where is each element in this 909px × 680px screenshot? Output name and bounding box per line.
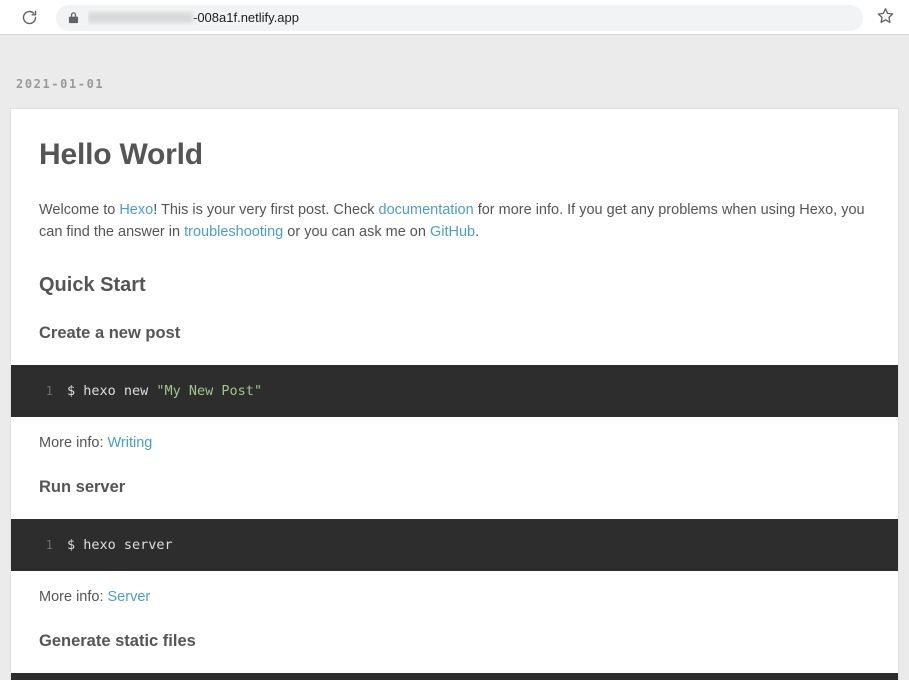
intro-seg-2: ! This is your very first post. Check [153,202,379,218]
post-date: 2021-01-01 [16,77,105,91]
intro-seg-1: Welcome to [39,202,120,218]
code-block-run-server: 1 $ hexo server [11,519,898,571]
code-block-create-post: 1 $ hexo new "My New Post" [11,365,898,417]
page-body: 2021-01-01 Hello World Welcome to Hexo! … [0,35,909,680]
article-header-block: Hello World Welcome to Hexo! This is you… [11,109,898,343]
bookmark-button[interactable] [871,5,899,31]
link-troubleshooting[interactable]: troubleshooting [184,224,283,240]
page-title: Hello World [39,138,203,171]
heading-create-a-new-post: Create a new post [39,324,181,342]
section-block-create-post: More info: Writing Run server [11,435,898,497]
url-suffix: -008a1f.netlify.app [193,10,299,25]
reload-button[interactable] [16,5,42,31]
link-github[interactable]: GitHub [430,224,475,240]
code-block-generate [11,673,898,680]
url-redacted-portion [88,12,193,23]
intro-seg-4: or you can ask me on [283,224,430,240]
code-command: $ hexo new [67,383,157,399]
code-string-literal: "My New Post" [156,383,263,399]
url-text: -008a1f.netlify.app [88,10,299,25]
code-text[interactable]: $ hexo new "My New Post" [53,381,262,401]
more-info-label: More info: [39,589,108,605]
more-info-writing: More info: Writing [39,435,870,451]
link-writing[interactable]: Writing [108,435,153,451]
link-documentation[interactable]: documentation [379,202,474,218]
code-line-number: 1 [45,384,53,398]
article-card: Hello World Welcome to Hexo! This is you… [10,108,899,680]
code-text[interactable]: $ hexo server [53,535,173,555]
link-server[interactable]: Server [108,589,151,605]
reload-icon [21,9,38,26]
section-block-run-server: More info: Server Generate static files [11,589,898,651]
code-line-number: 1 [45,538,53,552]
heading-run-server: Run server [39,478,126,496]
intro-seg-5: . [475,224,480,240]
heading-quick-start: Quick Start [39,274,146,296]
more-info-label: More info: [39,435,108,451]
browser-toolbar: -008a1f.netlify.app [0,0,909,35]
star-icon [877,7,894,29]
link-hexo[interactable]: Hexo [119,202,153,218]
lock-icon[interactable] [68,11,79,24]
address-bar[interactable]: -008a1f.netlify.app [56,4,863,31]
intro-paragraph: Welcome to Hexo! This is your very first… [39,199,870,243]
heading-generate-static-files: Generate static files [39,632,196,650]
more-info-server: More info: Server [39,589,870,605]
code-command: $ hexo server [67,537,173,553]
